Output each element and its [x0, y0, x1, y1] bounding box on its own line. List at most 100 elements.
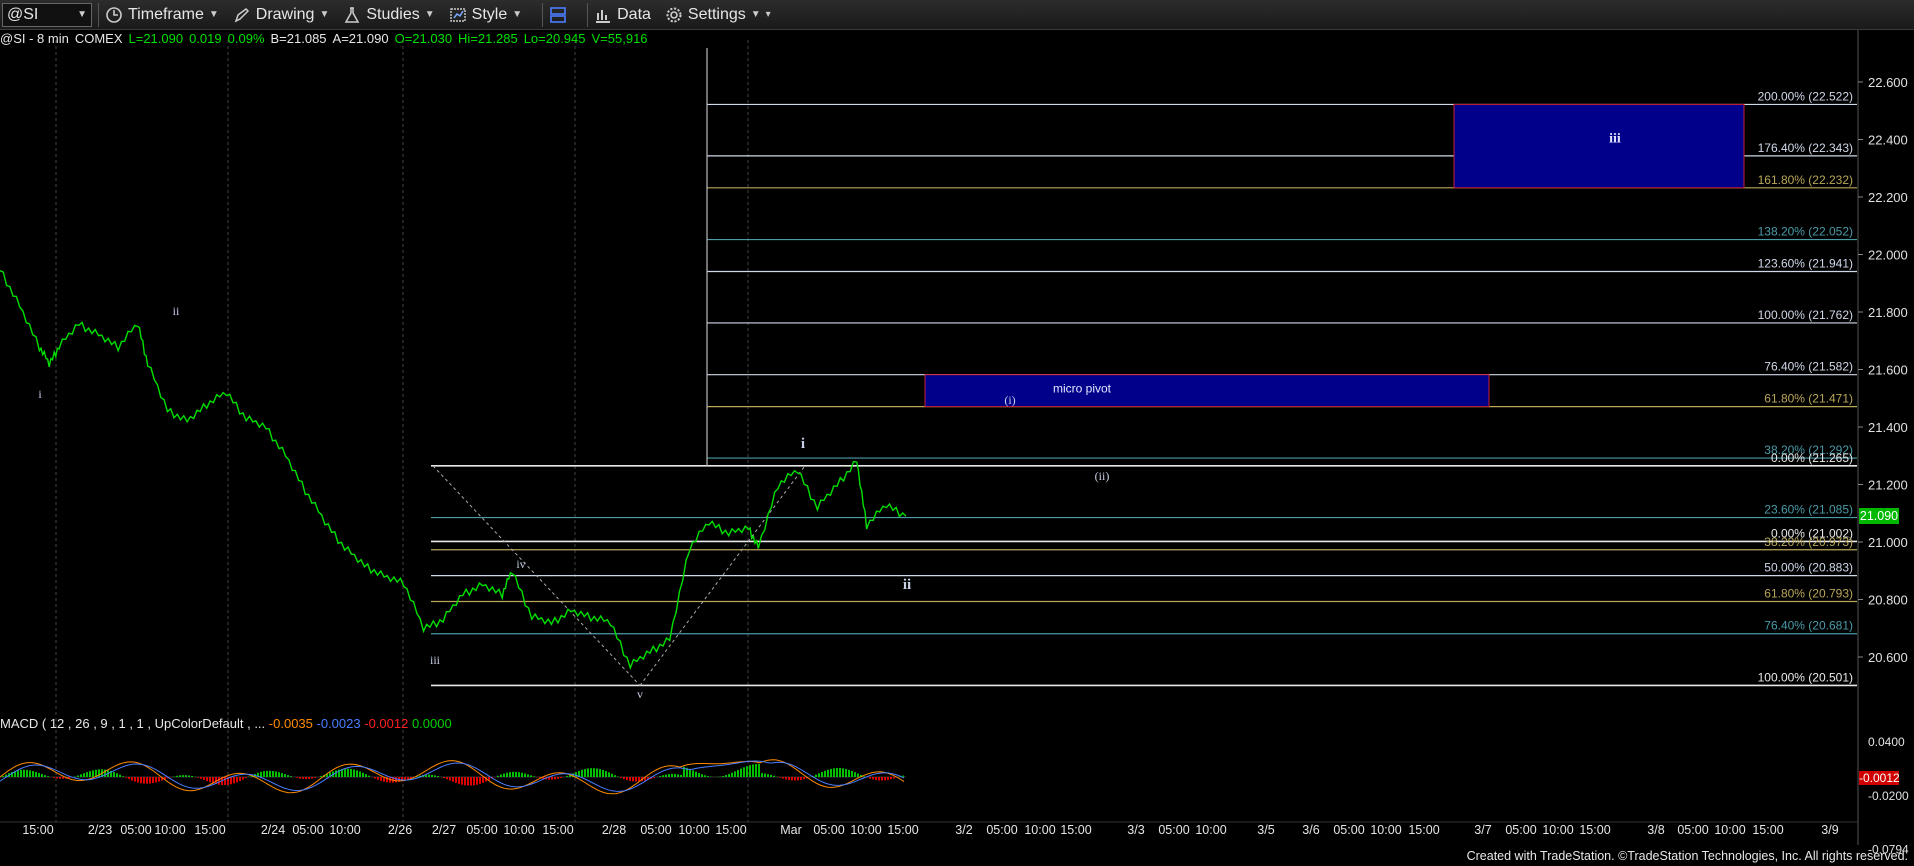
macd-hist-bar	[23, 769, 25, 777]
macd-hist-bar	[785, 777, 787, 780]
macd-hist-bar	[893, 777, 895, 779]
macd-hist-bar	[272, 771, 274, 777]
x-tick-label: 05:00	[292, 823, 323, 837]
wave-label-iii-target: iii	[1609, 131, 1621, 146]
macd-params: MACD ( 12 , 26 , 9 , 1 , 1 , UpColorDefa…	[0, 716, 266, 731]
macd-hist-bar	[362, 772, 364, 777]
macd-hist-bar	[857, 773, 859, 777]
status-pct: 0.09%	[227, 31, 265, 46]
x-tick-label: 3/8	[1647, 823, 1664, 837]
macd-hist-bar	[743, 767, 745, 777]
macd-hist-bar	[626, 777, 628, 781]
macd-zero-value: 0.0000	[411, 716, 452, 731]
target-box-iii	[1453, 103, 1745, 189]
macd-hist-bar	[509, 772, 511, 777]
macd-hist-bar	[602, 769, 604, 777]
macd-hist-bar	[521, 772, 523, 777]
status-high: Hi=21.285	[458, 31, 518, 46]
wave-label: i	[38, 387, 42, 401]
macd-hist-bar	[512, 771, 514, 777]
macd-hist-bar	[632, 777, 634, 782]
macd-hist-bar	[53, 777, 55, 778]
macd-hist-bar	[518, 772, 520, 777]
status-last: L=21.090	[128, 31, 184, 46]
macd-hist-bar	[134, 777, 136, 782]
macd-hist-bar	[119, 774, 121, 777]
macd-hist-bar	[749, 765, 751, 777]
last-price-badge: 21.090	[1859, 508, 1899, 524]
fib-level-label: 123.60% (21.941)	[1758, 256, 1853, 270]
macd-hist-bar	[197, 777, 199, 778]
y-tick-label: 21.800	[1868, 305, 1908, 320]
status-exchange: COMEX	[74, 31, 123, 46]
macd-hist-bar	[767, 774, 769, 777]
y-tick-label: 20.800	[1868, 593, 1908, 608]
macd-hist-bar	[755, 764, 757, 777]
macd-hist-bar	[59, 777, 61, 779]
macd-hist-bar	[278, 772, 280, 777]
macd-hist-bar	[782, 777, 784, 779]
macd-hist-bar	[737, 769, 739, 777]
x-tick-label: 05:00	[986, 823, 1017, 837]
chart-canvas[interactable]: 200.00% (22.522) 176.40% (22.343) 161.80% …	[0, 0, 1914, 866]
macd-hist-bar	[701, 774, 703, 777]
x-tick-label: 2/28	[602, 823, 626, 837]
macd-hist-bar	[17, 770, 19, 777]
wave-label: (ii)	[1095, 469, 1110, 483]
fib-level-label: 23.60% (21.085)	[1764, 503, 1853, 517]
status-line: @SI - 8 min COMEX L=21.090 0.019 0.09% B=21.0…	[0, 31, 654, 46]
macd-hist-bar	[86, 772, 88, 777]
macd-hist-bar	[788, 777, 790, 781]
macd-hist-bar	[839, 768, 841, 777]
wave-label: iv	[516, 557, 525, 571]
macd-hist-bar	[143, 777, 145, 784]
macd-hist-bar	[47, 776, 49, 777]
x-tick-label: 05:00	[640, 823, 671, 837]
macd-hist-bar	[368, 775, 370, 777]
macd-hist-bar	[218, 777, 220, 785]
macd-hist-bar	[83, 773, 85, 777]
macd-hist-bar	[827, 769, 829, 777]
macd-hist-bar	[815, 774, 817, 777]
macd-hist-bar	[596, 768, 598, 777]
macd-hist-bar	[380, 777, 382, 781]
macd-hist-bar	[137, 777, 139, 783]
macd-hist-bar	[773, 775, 775, 777]
macd-hist-bar	[302, 777, 304, 779]
status-volume: V=55,916	[591, 31, 648, 46]
y-tick-label: 21.400	[1868, 420, 1908, 435]
fib-level-label: 161.80% (22.232)	[1758, 173, 1853, 187]
macd-hist-bar	[698, 773, 700, 777]
x-tick-label: 10:00	[1370, 823, 1401, 837]
macd-hist-bar	[497, 775, 499, 777]
x-tick-label: 10:00	[678, 823, 709, 837]
macd-hist-bar	[476, 777, 478, 785]
fib-level-label: 50.00% (20.883)	[1764, 561, 1853, 575]
status-low: Lo=20.945	[523, 31, 586, 46]
wave-label: ii	[173, 304, 180, 318]
macd-hist-bar	[593, 768, 595, 777]
macd-hist-bar	[395, 777, 397, 783]
macd-hist-bar	[662, 775, 664, 777]
macd-signal-value: -0.0023	[316, 716, 361, 731]
macd-hist-bar	[464, 777, 466, 786]
macd-hist-bar	[566, 775, 568, 777]
status-change: 0.019	[189, 31, 222, 46]
macd-hist-bar	[848, 769, 850, 777]
macd-hist-bar	[575, 772, 577, 777]
macd-hist-bar	[149, 777, 151, 784]
x-tick-label: 15:00	[22, 823, 53, 837]
x-tick-label: 2/23	[88, 823, 112, 837]
macd-hist-bar	[734, 771, 736, 777]
macd-hist-bar	[35, 771, 37, 777]
macd-hist-bar	[551, 777, 553, 780]
macd-hist-bar	[764, 773, 766, 777]
macd-hist-bar	[878, 777, 880, 781]
macd-hist-bar	[269, 770, 271, 777]
macd-hist-bar	[26, 769, 28, 777]
macd-hist-bar	[20, 769, 22, 777]
x-tick-label: Mar	[780, 823, 802, 837]
x-tick-label: 10:00	[1195, 823, 1226, 837]
y-tick-label: 22.400	[1868, 133, 1908, 148]
macd-hist-bar	[113, 772, 115, 777]
